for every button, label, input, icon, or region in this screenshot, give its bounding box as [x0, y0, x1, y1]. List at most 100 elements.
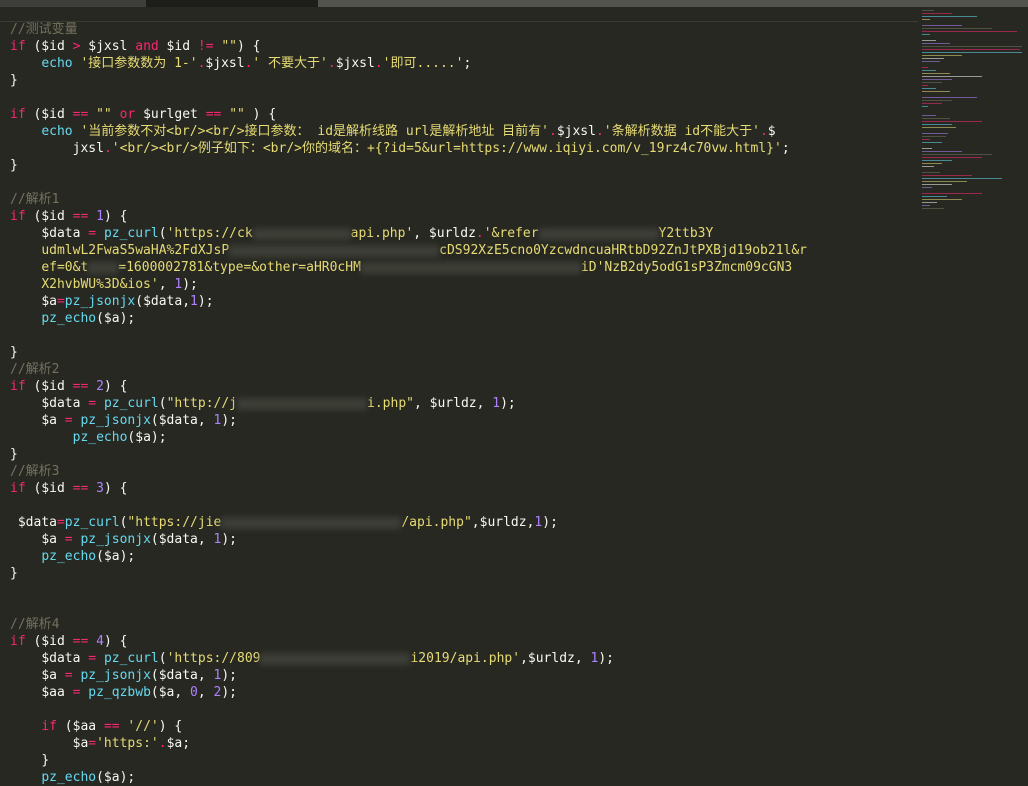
operator: ==: [72, 481, 89, 496]
code-text: );: [542, 515, 558, 530]
operator: .: [327, 56, 336, 71]
string: '接口参数数为 1-': [80, 56, 198, 71]
minimap-line: [922, 46, 1022, 47]
function: pz_qzbwb: [88, 685, 151, 700]
string: 'https://809: [166, 651, 261, 666]
operator: .: [549, 124, 557, 139]
minimap-line: [922, 133, 948, 134]
code-text: ,: [197, 685, 214, 700]
function: pz_curl: [103, 651, 159, 666]
comment: //解析1: [10, 192, 60, 207]
code-text: $data: [41, 226, 89, 241]
tab-bar: [0, 0, 1028, 7]
number: 0: [190, 685, 198, 700]
code-text: ($id: [25, 634, 73, 649]
code-text: $: [767, 124, 776, 139]
code-text: }: [10, 345, 18, 360]
code-line: if ($id == "" or $urlget == "" ) {: [10, 106, 920, 123]
redacted-text: [88, 261, 119, 274]
minimap-line: [922, 202, 937, 203]
comment: //解析3: [10, 464, 60, 479]
code-text: $a;: [166, 736, 191, 751]
code-text: }: [10, 447, 18, 462]
code-text: ) {: [237, 39, 261, 54]
code-line: //解析3: [10, 463, 920, 480]
function: pz_curl: [103, 396, 159, 411]
code-text: $a: [41, 413, 65, 428]
number: 1: [190, 294, 198, 309]
active-tab[interactable]: [146, 0, 318, 7]
operator: .: [595, 124, 604, 139]
minimap-line: [922, 34, 930, 35]
code-text: ) {: [103, 379, 128, 394]
minimap-line: [922, 139, 930, 140]
code-text: );: [197, 294, 214, 309]
code-line: echo '接口参数数为 1-'.$jxsl.' 不要大于'.$jxsl.'即可…: [10, 55, 920, 72]
operator: ==: [72, 634, 89, 649]
string: api.php': [350, 226, 414, 241]
code-text: }: [41, 753, 50, 768]
keyword: if: [10, 379, 26, 394]
function: pz_jsonjx: [80, 532, 151, 547]
minimap[interactable]: [918, 7, 1028, 786]
string: udmlwL2FwaS5waHA%2FdXJsP: [41, 243, 230, 258]
string: '即可.....': [382, 56, 464, 71]
code-line: $aa = pz_qzbwb($a, 0, 2);: [10, 684, 920, 701]
code-text: ($data,: [150, 668, 214, 683]
minimap-line: [922, 28, 992, 29]
minimap-line: [922, 163, 942, 164]
keyword: if: [10, 107, 26, 122]
minimap-line: [922, 16, 977, 17]
code-text: $aa: [41, 685, 73, 700]
code-line: //解析4: [10, 616, 920, 633]
minimap-line: [922, 193, 982, 194]
operator: .: [103, 141, 112, 156]
code-text: );: [221, 685, 238, 700]
code-text: ($data,: [150, 532, 214, 547]
minimap-line: [922, 148, 932, 149]
code-line: ef=0&t =1600002781&type=&other=aHR0cHM iD'…: [10, 259, 920, 276]
code-line: pz_echo($a);: [10, 548, 920, 565]
number: 4: [96, 634, 104, 649]
code-line: $data = pz_curl('https://ck api.php', $ur…: [41, 226, 714, 241]
code-text: ,$urldz,: [520, 651, 591, 666]
code-line: pz_echo($a);: [10, 769, 920, 786]
code-editor[interactable]: //测试变量 if ($id > $jxsl and $id != "") { …: [10, 21, 920, 786]
operator: =: [56, 515, 65, 530]
minimap-line: [922, 199, 962, 200]
code-line: }: [10, 565, 920, 582]
operator: ==: [72, 107, 89, 122]
operator: =: [64, 413, 73, 428]
minimap-line: [922, 184, 952, 185]
operator: ==: [72, 209, 89, 224]
code-line: }: [10, 72, 920, 89]
string: iD'NzB2dy5odG1sP3Zmcm09cGN3: [580, 260, 793, 275]
code-line: $a=pz_jsonjx($data,1);: [10, 293, 920, 310]
code-text: , $urldz: [413, 226, 476, 241]
minimap-line: [922, 172, 940, 173]
redacted-text: [229, 244, 440, 257]
keyword: if: [10, 39, 26, 54]
code-line: //解析1: [10, 191, 920, 208]
code-text: $data: [17, 515, 57, 530]
minimap-line: [922, 187, 932, 188]
string: '条解析数据 id不能大于': [603, 124, 760, 139]
code-text: ) {: [244, 107, 277, 122]
number: 2: [96, 379, 104, 394]
minimap-line: [922, 31, 1017, 32]
code-text: $a: [41, 294, 57, 309]
code-text: ($a);: [96, 549, 136, 564]
minimap-line: [922, 58, 944, 59]
function: pz_jsonjx: [80, 413, 151, 428]
minimap-line: [922, 151, 962, 152]
code-text: ($data,: [150, 413, 214, 428]
code-line: }: [10, 752, 920, 769]
code-text: $jxsl: [335, 56, 375, 71]
